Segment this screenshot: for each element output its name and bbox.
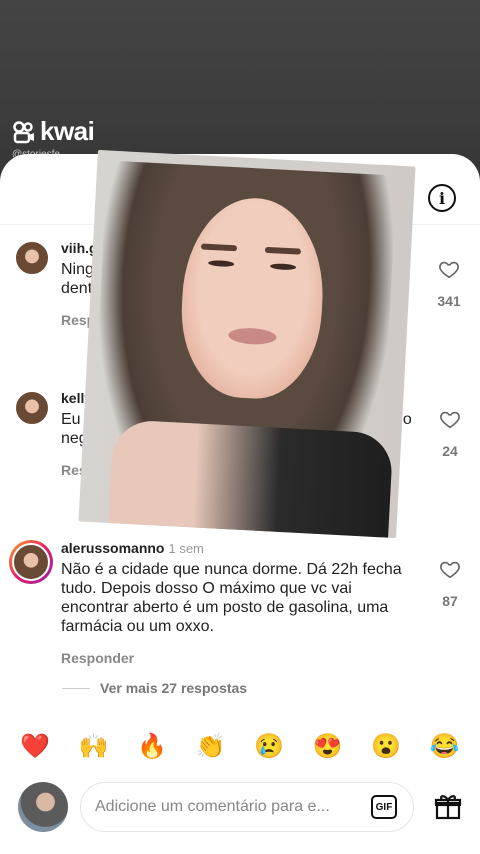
avatar[interactable] (9, 540, 53, 584)
like-count: 87 (442, 593, 458, 609)
comment-input-row: Adicione um comentário para e... GIF (0, 780, 480, 836)
view-more-replies-label: Ver mais 27 respostas (100, 680, 248, 696)
emoji-quick-bar: ❤️ 🙌 🔥 👏 😢 😍 😮 😂 (0, 732, 480, 766)
emoji-raised-hands[interactable]: 🙌 (74, 732, 114, 766)
like-button[interactable]: 341 (432, 258, 466, 309)
emoji-cry[interactable]: 😢 (249, 732, 289, 766)
info-icon[interactable]: i (428, 184, 456, 212)
emoji-heart-eyes[interactable]: 😍 (308, 732, 348, 766)
avatar[interactable] (14, 390, 50, 426)
emoji-clap[interactable]: 👏 (191, 732, 231, 766)
heart-outline-icon (439, 261, 459, 279)
overlay-video-person (78, 149, 416, 539)
like-count: 341 (437, 293, 461, 309)
comment-input-placeholder: Adicione um comentário para e... (95, 798, 330, 815)
emoji-fire[interactable]: 🔥 (132, 732, 172, 766)
comment-username[interactable]: alerussomanno (61, 540, 164, 556)
emoji-surprised[interactable]: 😮 (366, 732, 406, 766)
comment-text: Não é a cidade que nunca dorme. Dá 22h f… (61, 561, 402, 635)
emoji-heart[interactable]: ❤️ (15, 732, 55, 766)
reply-button[interactable]: Responder (61, 650, 421, 666)
kwai-logo-text: kwai (40, 116, 95, 146)
comment-time: 1 sem (168, 541, 204, 556)
like-button[interactable]: 24 (438, 408, 462, 459)
kwai-logo-icon (13, 120, 34, 143)
view-more-replies[interactable]: Ver mais 27 respostas (62, 680, 247, 696)
gif-button[interactable]: GIF (371, 795, 397, 819)
current-user-avatar (18, 782, 68, 832)
emoji-laugh[interactable]: 😂 (425, 732, 465, 766)
replies-divider (62, 687, 90, 689)
like-count: 24 (442, 443, 458, 459)
like-button[interactable]: 87 (438, 558, 462, 609)
gift-icon[interactable] (434, 792, 462, 820)
heart-outline-icon (440, 411, 460, 429)
comment-input[interactable]: Adicione um comentário para e... GIF (80, 782, 414, 832)
heart-outline-icon (440, 561, 460, 579)
avatar[interactable] (14, 240, 50, 276)
